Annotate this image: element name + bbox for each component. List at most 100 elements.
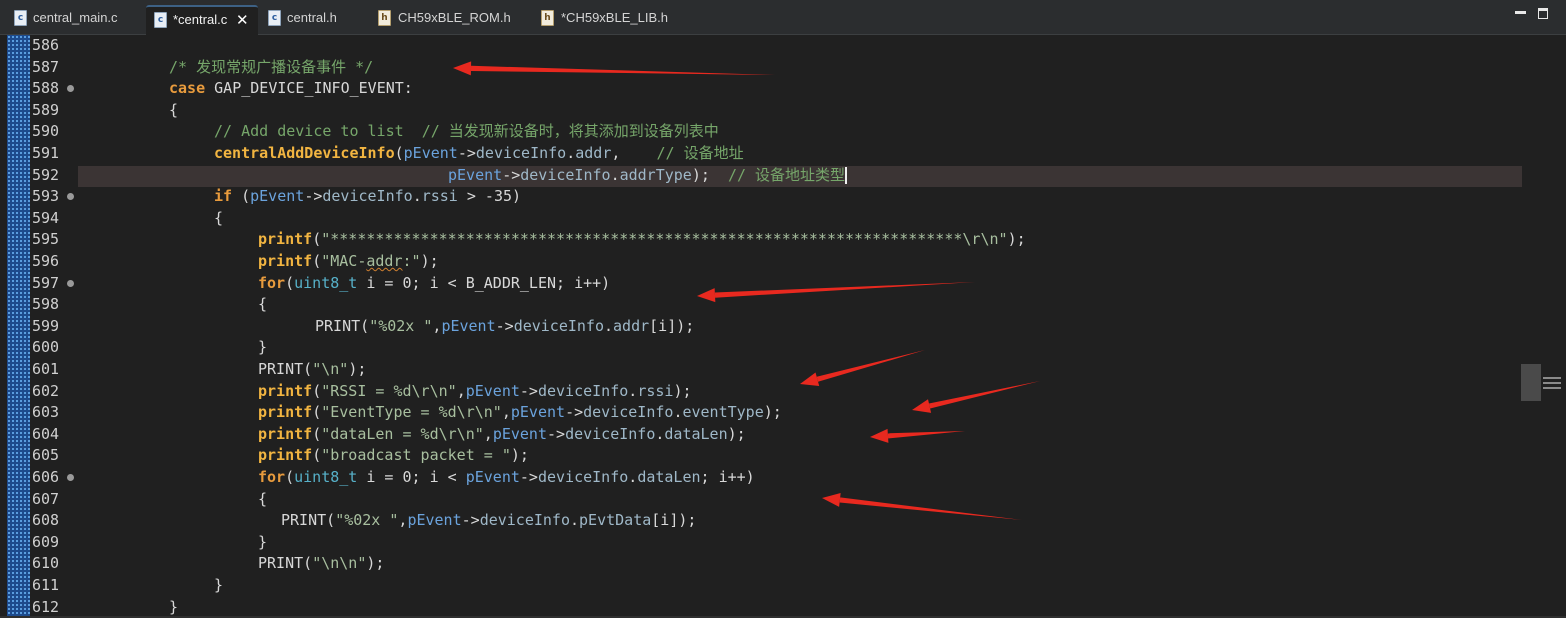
fold-marker-icon[interactable] [67,474,74,481]
code-token: rssi [637,381,674,400]
code-line[interactable]: PRINT("\n\n"); [258,553,384,574]
code-token: PRINT( [258,554,313,573]
code-token: { [258,489,268,508]
code-token: // 设备地址 [656,144,744,162]
code-line[interactable]: printf("********************************… [258,229,1026,250]
code-token: } [258,338,268,357]
code-token: pEvent [448,165,503,184]
line-number: 592 [32,165,60,184]
code-line[interactable]: PRINT("\n"); [258,359,366,380]
code-line[interactable]: { [214,208,223,229]
code-token: ( [312,424,322,443]
code-token: printf [258,424,313,443]
minimize-icon[interactable] [1515,8,1526,19]
code-token: "broadcast packet = " [321,446,511,465]
code-token: if [214,187,233,206]
overview-ruler-icon[interactable] [1543,375,1561,393]
code-token: i = 0; i < [357,468,466,486]
line-number: 602 [32,381,60,400]
code-token: ); [420,252,439,270]
line-number: 601 [32,360,60,378]
code-line[interactable]: for(uint8_t i = 0; i < B_ADDR_LEN; i++) [258,273,610,294]
code-token: , [611,144,657,162]
code-token: { [258,295,268,314]
code-line[interactable]: { [169,100,178,121]
code-line[interactable]: { [258,489,267,510]
maximize-icon[interactable] [1538,8,1549,19]
code-token: :" [402,252,421,270]
code-token: -> [547,424,566,443]
fold-marker-icon[interactable] [67,193,74,201]
code-line[interactable]: printf("dataLen = %d\r\n",pEvent->device… [258,424,746,445]
tab-ch59xble-lib-h[interactable]: h *CH59xBLE_LIB.h [533,5,693,33]
code-token: ); [727,424,746,443]
code-line[interactable]: { [258,294,267,315]
code-line[interactable]: printf("RSSI = %d\r\n",pEvent->deviceInf… [258,381,692,402]
overview-ruler-thumb[interactable] [1521,364,1541,401]
code-editor[interactable]: 586 587 588 589 590 591 592 593 594 595 596 597 598 5… [0,35,1566,616]
code-line[interactable]: } [214,575,223,596]
code-token: } [258,532,268,551]
code-token: for [258,468,286,486]
code-token: ( [232,187,251,206]
code-line[interactable]: PRINT("%02x ",pEvent->deviceInfo.addr[i]… [315,316,694,337]
code-token: , [483,424,493,443]
code-line[interactable]: printf("broadcast packet = "); [258,445,529,466]
fold-marker-icon[interactable] [67,279,74,287]
code-token: ); [510,446,529,465]
code-token: ( [312,230,322,249]
code-token: ( [312,446,322,465]
code-line[interactable]: centralAddDeviceInfo(pEvent->deviceInfo.… [214,143,744,164]
code-token: "\n" [312,360,349,378]
h-file-icon: h [541,10,554,26]
text-cursor [845,166,848,184]
code-line[interactable]: // Add device to list // 当发现新设备时，将其添加到设备… [214,121,719,142]
line-number: 611 [32,576,60,594]
code-line[interactable]: /* 发现常规广播设备事件 */ [169,57,373,78]
tab-central-main-c[interactable]: c central_main.c [6,5,144,33]
tab-label: central.h [287,10,337,25]
code-token: ( [285,468,295,486]
line-number: 606 [32,468,60,486]
code-token: deviceInfo [513,316,604,335]
code-token: -> [461,511,480,530]
line-number: 598 [32,295,60,314]
code-line[interactable]: case GAP_DEVICE_INFO_EVENT: [169,78,413,99]
code-token: addr [366,252,403,270]
code-line[interactable]: printf("MAC-addr:"); [258,251,439,272]
code-token: deviceInfo [583,403,674,422]
code-token: . [570,511,580,530]
line-number: 587 [32,57,60,76]
code-token: uint8_t [294,273,358,292]
line-number: 608 [32,511,60,530]
code-token: /* 发现常规广播设备事件 */ [169,57,374,76]
code-line[interactable]: for(uint8_t i = 0; i < pEvent->deviceInf… [258,467,755,488]
code-token: uint8_t [294,468,358,486]
code-token: deviceInfo [322,187,413,206]
code-token: "RSSI = %d\r\n" [321,381,457,400]
line-number: 605 [32,446,60,465]
code-line[interactable]: if (pEvent->deviceInfo.rssi > -35) [214,186,521,207]
tab-central-c[interactable]: c *central.c ✕ [146,5,258,35]
tab-central-h[interactable]: c central.h [260,5,368,33]
code-line[interactable]: PRINT("%02x ",pEvent->deviceInfo.pEvtDat… [281,510,696,531]
code-token: printf [258,252,313,270]
code-token: ); [366,554,385,573]
code-token: case [169,79,206,98]
code-token: deviceInfo [520,165,611,184]
code-token: pEvent [465,468,520,486]
code-line[interactable]: } [258,532,267,553]
code-line[interactable]: } [258,337,267,358]
tab-ch59xble-rom-h[interactable]: h CH59xBLE_ROM.h [370,5,530,33]
code-token: ( [285,273,295,292]
code-line[interactable]: } [169,597,178,618]
code-token: deviceInfo [475,144,567,162]
code-line[interactable]: pEvent->deviceInfo.addrType); // 设备地址类型 [448,165,848,186]
code-token: pEvent [407,511,462,530]
code-line[interactable]: printf("EventType = %d\r\n",pEvent->devi… [258,402,782,423]
close-icon[interactable]: ✕ [236,7,249,33]
code-token: printf [258,381,313,400]
fold-marker-icon[interactable] [67,85,74,93]
h-file-icon: h [378,10,391,26]
code-token: addrType [619,165,692,184]
